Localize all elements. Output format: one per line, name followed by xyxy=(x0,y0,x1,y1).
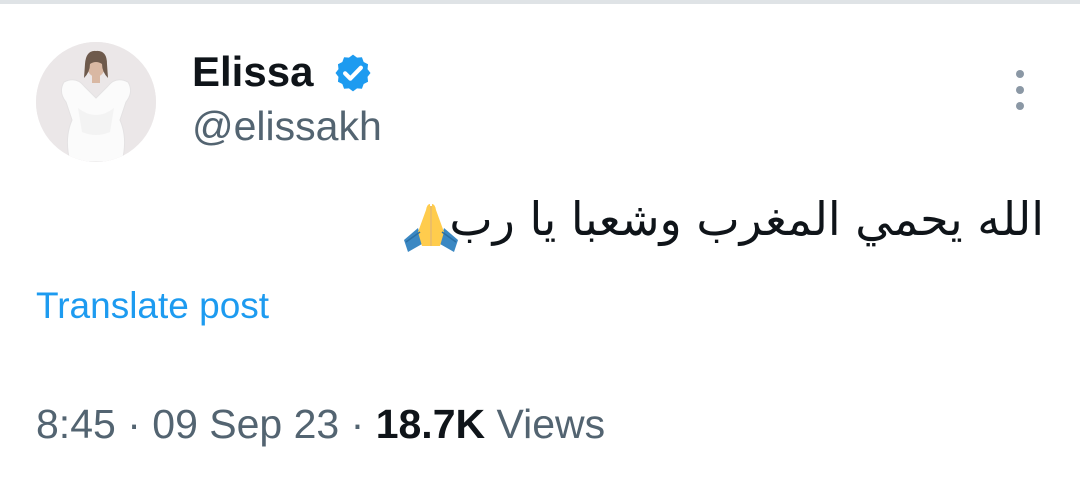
avatar[interactable] xyxy=(36,42,156,162)
top-divider xyxy=(0,0,1080,4)
post-time[interactable]: 8:45 xyxy=(36,401,116,447)
more-dot-icon xyxy=(1016,102,1024,110)
translate-post-link[interactable]: Translate post xyxy=(36,284,269,328)
views-count[interactable]: 18.7K xyxy=(376,401,485,447)
author-display-name[interactable]: Elissa xyxy=(192,48,313,96)
more-options-button[interactable] xyxy=(1004,66,1036,114)
folded-hands-emoji-icon xyxy=(404,204,458,252)
post-date[interactable]: 09 Sep 23 xyxy=(152,401,339,447)
post-text: الله يحمي المغرب وشعبا يا رب xyxy=(449,192,1044,246)
verified-badge-icon xyxy=(335,54,371,92)
meta-separator: · xyxy=(350,401,365,447)
author-handle[interactable]: @elissakh xyxy=(192,102,382,150)
post-meta: 8:45 · 09 Sep 23 · 18.7K Views xyxy=(36,398,605,450)
views-label: Views xyxy=(496,401,606,447)
more-dot-icon xyxy=(1016,86,1024,94)
meta-separator: · xyxy=(127,401,141,447)
avatar-image xyxy=(36,42,156,162)
more-dot-icon xyxy=(1016,70,1024,78)
